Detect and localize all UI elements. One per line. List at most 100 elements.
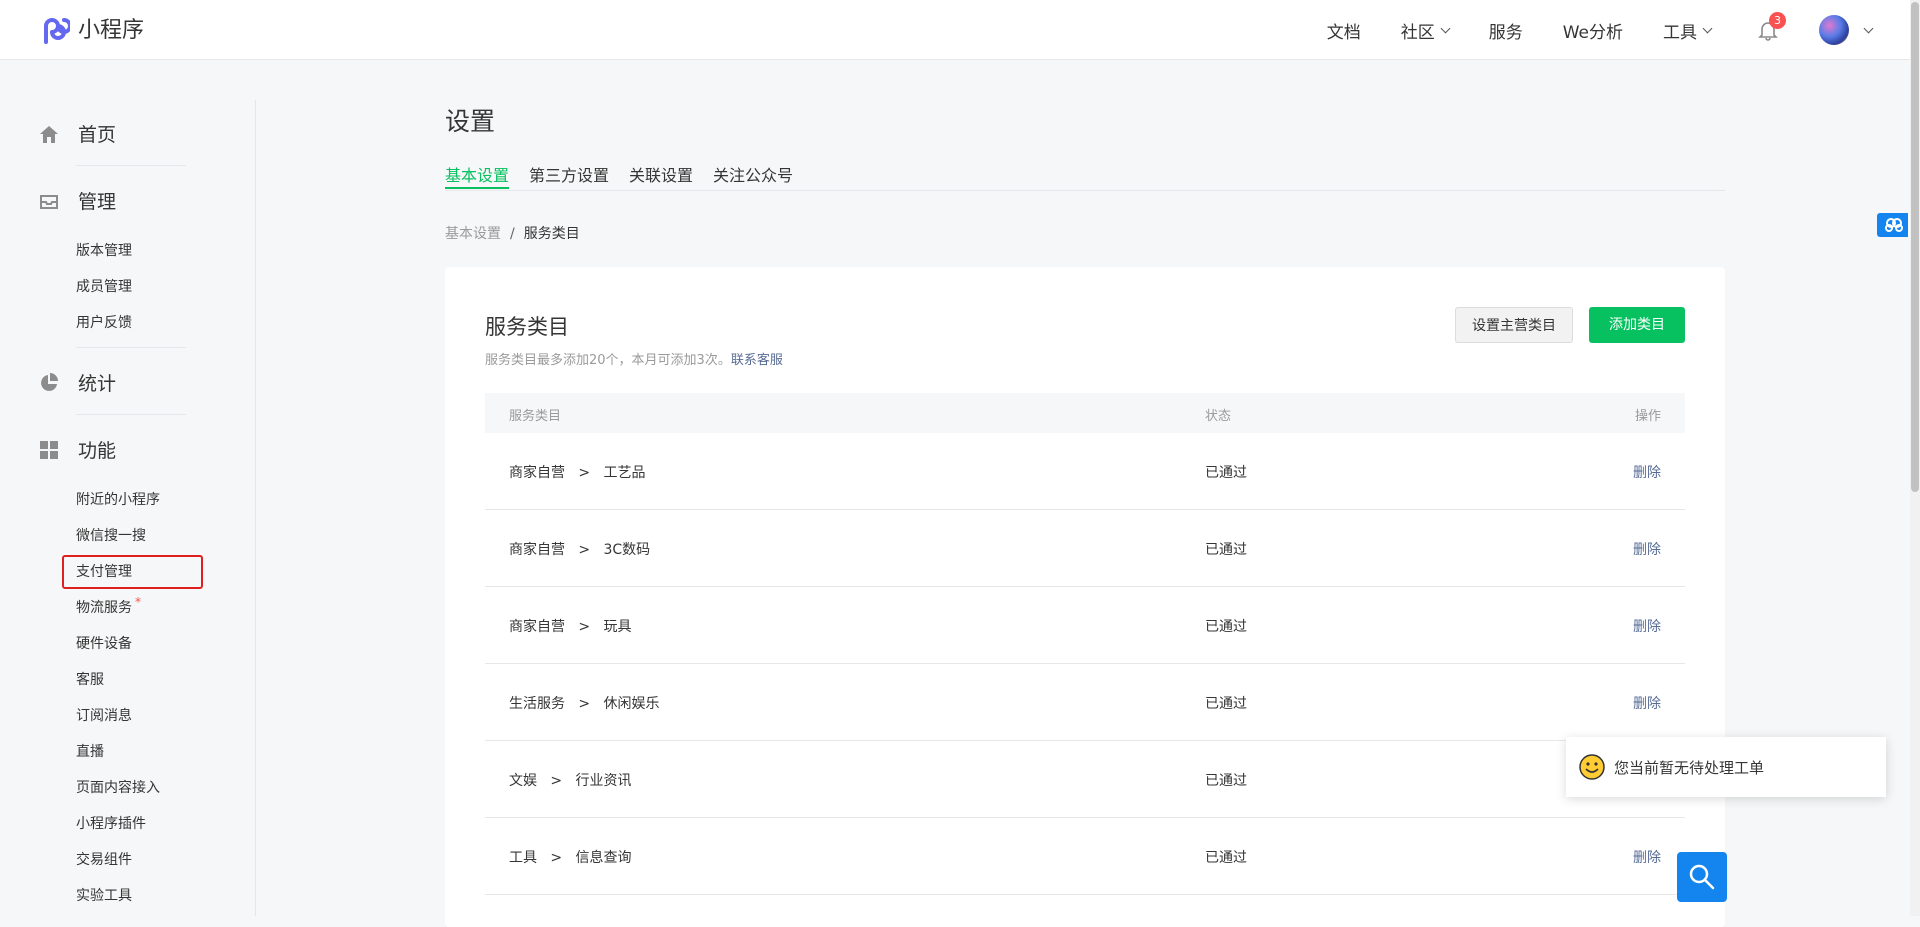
nav-we-analytics-label: We分析 [1562, 22, 1623, 43]
search-icon [1689, 864, 1715, 890]
category-cell: 商家自营 > 3C数码 [509, 539, 650, 559]
delete-link[interactable]: 删除 [1633, 539, 1661, 559]
table-row: 工具 > 信息查询 已通过 删除 [485, 818, 1685, 895]
category-arrow: > [578, 465, 591, 481]
column-header-status: 状态 [1205, 409, 1232, 424]
nav-community[interactable]: 社区 [1400, 18, 1451, 43]
divider [76, 414, 186, 415]
chevron-down-icon [1440, 23, 1451, 33]
status-cell: 已通过 [1205, 850, 1247, 866]
inbox-icon [38, 190, 60, 212]
pie-chart-icon [38, 372, 60, 394]
notification-bell[interactable]: 3 [1757, 12, 1786, 41]
floating-side-tab[interactable] [1877, 213, 1910, 237]
active-tab-underline [445, 187, 509, 189]
avatar[interactable] [1819, 15, 1849, 45]
sidebar-item-customer-service[interactable]: 客服 [76, 669, 104, 689]
category-cell: 商家自营 > 玩具 [509, 616, 631, 636]
table-header: 服务类目 状态 操作 [485, 393, 1685, 433]
nav-we-analytics[interactable]: We分析 [1563, 18, 1623, 43]
sidebar-item-wechat-search[interactable]: 微信搜一搜 [76, 525, 146, 545]
sidebar-item-hardware[interactable]: 硬件设备 [76, 633, 132, 653]
top-bar: 小程序 文档 社区 服务 We分析 工具 3 [0, 0, 1920, 60]
column-header-category: 服务类目 [509, 409, 562, 424]
card-desc-text: 服务类目最多添加20个，本月可添加3次。 [485, 353, 731, 368]
tab-third-party[interactable]: 第三方设置 [529, 162, 609, 186]
breadcrumb-parent[interactable]: 基本设置 [445, 226, 501, 242]
divider [76, 347, 186, 348]
sidebar-item-home[interactable]: 首页 [38, 120, 116, 147]
status-cell: 已通过 [1205, 773, 1247, 789]
tab-bar: 基本设置 第三方设置 关联设置 关注公众号 [445, 160, 1725, 191]
logo-text: 小程序 [78, 18, 145, 43]
sidebar-item-member-manage[interactable]: 成员管理 [76, 276, 132, 296]
chevron-down-icon[interactable] [1863, 23, 1874, 33]
category-child: 信息查询 [575, 850, 632, 866]
sidebar-item-stats[interactable]: 统计 [38, 369, 116, 396]
nav-services[interactable]: 服务 [1489, 18, 1523, 43]
divider [76, 165, 186, 166]
delete-link[interactable]: 删除 [1633, 847, 1661, 867]
category-child: 休闲娱乐 [603, 696, 660, 712]
sidebar-item-trade-component[interactable]: 交易组件 [76, 849, 132, 869]
scrollbar[interactable] [1910, 0, 1920, 916]
smiley-icon [1579, 754, 1605, 780]
logo[interactable]: 小程序 [38, 12, 144, 44]
sidebar-item-logistics[interactable]: 物流服务 [76, 597, 132, 617]
nav-community-label: 社区 [1400, 22, 1435, 43]
sidebar-item-features[interactable]: 功能 [38, 436, 116, 463]
sidebar-item-label: 功能 [78, 440, 117, 462]
category-arrow: > [550, 850, 563, 866]
delete-link[interactable]: 删除 [1633, 616, 1661, 636]
category-parent: 商家自营 [509, 465, 565, 481]
category-child: 工艺品 [603, 465, 646, 481]
tab-associations[interactable]: 关联设置 [629, 162, 693, 186]
toast-text: 您当前暂无待处理工单 [1614, 758, 1765, 777]
sidebar-item-lab-tools[interactable]: 实验工具 [76, 885, 132, 905]
sidebar-item-label: 首页 [78, 124, 117, 146]
notification-badge: 3 [1769, 12, 1786, 29]
search-fab-button[interactable] [1677, 852, 1727, 902]
category-parent: 文娱 [509, 773, 537, 789]
delete-link[interactable]: 删除 [1633, 462, 1661, 482]
mini-program-logo-icon [44, 18, 70, 44]
nav-docs-label: 文档 [1326, 22, 1361, 43]
home-icon [38, 123, 60, 145]
service-category-card: 服务类目 服务类目最多添加20个，本月可添加3次。联系客服 设置主营类目 添加类… [445, 267, 1725, 927]
sidebar-item-nearby[interactable]: 附近的小程序 [76, 489, 160, 509]
category-arrow: > [550, 773, 563, 789]
delete-link[interactable]: 删除 [1633, 693, 1661, 713]
sidebar-item-version-manage[interactable]: 版本管理 [76, 240, 132, 260]
chevron-down-icon [1702, 23, 1713, 33]
category-arrow: > [578, 696, 591, 712]
card-title: 服务类目 [485, 315, 569, 339]
status-cell: 已通过 [1205, 465, 1247, 481]
top-nav: 文档 社区 服务 We分析 工具 3 [1287, 0, 1874, 60]
set-main-category-button[interactable]: 设置主营类目 [1455, 307, 1573, 343]
status-cell: 已通过 [1205, 696, 1247, 712]
nav-tools-label: 工具 [1663, 22, 1697, 43]
sidebar-item-manage[interactable]: 管理 [38, 187, 116, 214]
tab-basic-settings[interactable]: 基本设置 [445, 162, 509, 186]
sidebar-item-plugins[interactable]: 小程序插件 [76, 813, 146, 833]
sidebar-item-live[interactable]: 直播 [76, 741, 104, 761]
sidebar-item-subscribe-msg[interactable]: 订阅消息 [76, 705, 132, 725]
category-parent: 生活服务 [509, 696, 565, 712]
nav-docs[interactable]: 文档 [1327, 18, 1361, 43]
sidebar-item-user-feedback[interactable]: 用户反馈 [76, 312, 132, 332]
category-arrow: > [578, 619, 591, 635]
sidebar-item-page-content[interactable]: 页面内容接入 [76, 777, 160, 797]
contact-support-link[interactable]: 联系客服 [731, 353, 783, 368]
highlight-box [62, 555, 203, 589]
category-cell: 商家自营 > 工艺品 [509, 462, 645, 482]
breadcrumb-current: 服务类目 [523, 226, 580, 242]
scrollbar-thumb[interactable] [1911, 2, 1919, 492]
nav-services-label: 服务 [1488, 22, 1523, 43]
new-dot: * [135, 595, 141, 609]
add-category-button[interactable]: 添加类目 [1589, 307, 1685, 343]
tab-follow-account[interactable]: 关注公众号 [713, 162, 793, 186]
category-cell: 文娱 > 行业资讯 [509, 770, 631, 790]
nav-tools[interactable]: 工具 [1663, 18, 1713, 43]
sidebar-item-label: 管理 [78, 191, 117, 213]
table-row: 生活服务 > 休闲娱乐 已通过 删除 [485, 664, 1685, 741]
